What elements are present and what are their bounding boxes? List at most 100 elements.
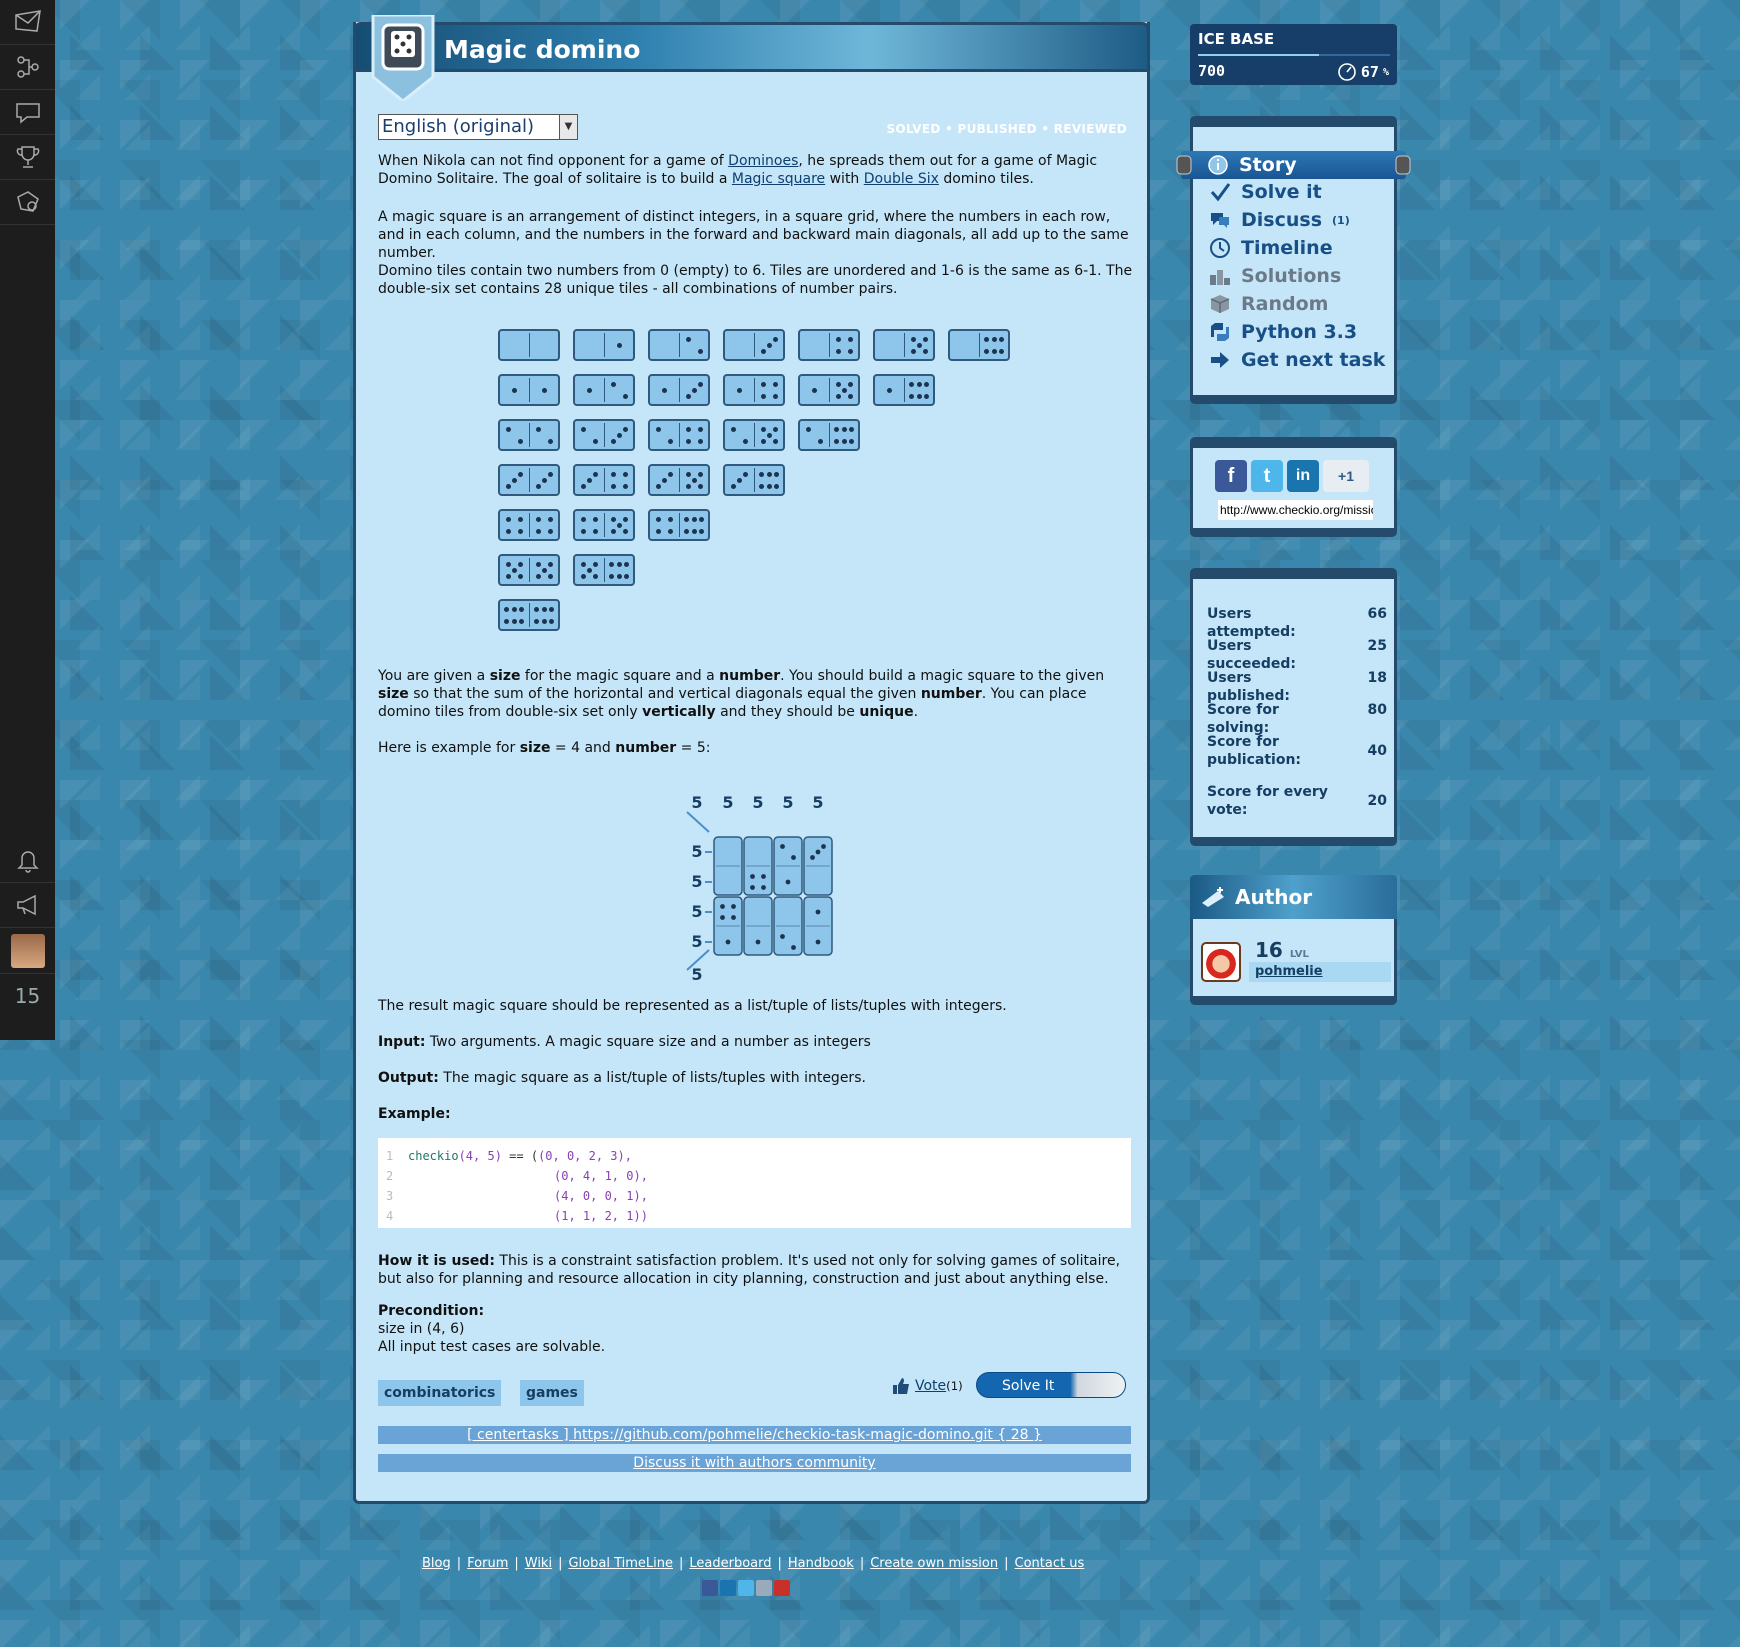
menu-item-python[interactable]: Python 3.3 [1209,321,1357,343]
footer-mail-icon[interactable] [774,1580,790,1596]
domino-pip [511,618,517,624]
domino-pip [811,387,817,393]
domino-tile [648,329,710,361]
footer-linkedin-icon[interactable] [720,1580,736,1596]
clock-icon [1210,238,1230,258]
footer-link-wiki[interactable]: Wiki [525,1556,552,1571]
domino-pip [772,381,778,387]
domino-pip [517,438,523,444]
domino-divider [604,378,605,402]
menu-item-story[interactable]: Story [1176,151,1411,179]
menu-item-timeline[interactable]: Timeline [1209,237,1333,259]
stat-score-solving: Score for solving: 80 [1207,702,1387,736]
magic-domino-pip [815,849,821,855]
footer-link-leaderboard[interactable]: Leaderboard [689,1556,771,1571]
magic-square-link[interactable]: Magic square [732,171,825,187]
sidebar-logo[interactable] [0,0,55,45]
footer-separator: | [456,1556,462,1571]
domino-pip [623,573,629,579]
ice-base-widget[interactable]: ICE BASE 700 67% [1190,24,1397,85]
twitter-icon[interactable]: t [1251,460,1283,492]
domino-tile [798,329,860,361]
linkedin-icon[interactable]: in [1287,460,1319,492]
sidebar-item-notifications[interactable] [0,838,55,883]
domino-pip [685,336,691,342]
domino-pip [610,471,616,477]
footer-link-global-timeline[interactable]: Global TimeLine [568,1556,673,1571]
page-title: Magic domino [444,35,641,64]
domino-pip [684,516,690,522]
magic-domino-pip [780,934,785,939]
domino-pip [697,426,703,432]
domino-pip [592,471,598,477]
discuss-community-link[interactable]: Discuss it with authors community [378,1454,1131,1472]
menu-item-solve-it[interactable]: Solve it [1209,181,1322,203]
domino-pip [691,516,697,522]
domino-pip [511,567,517,573]
user-avatar[interactable] [0,928,55,974]
menu-item-discuss[interactable]: Discuss (1) [1209,209,1350,231]
domino-pip [667,516,673,522]
vote-count: (1) [946,1379,963,1393]
tag-combinatorics[interactable]: combinatorics [378,1380,502,1406]
double-six-link[interactable]: Double Six [864,171,939,187]
mission-header: Magic domino [353,22,1150,72]
domino-pip [998,348,1004,354]
footer-google-icon[interactable] [756,1580,772,1596]
dominoes-link[interactable]: Dominoes [728,153,798,169]
domino-pip [742,471,748,477]
row-sum-label: 5 [691,932,702,951]
domino-pip [848,426,854,432]
vote-button[interactable]: Vote (1) [891,1376,963,1396]
domino-pip [616,432,622,438]
footer-facebook-icon[interactable] [702,1580,718,1596]
domino-pip [910,348,916,354]
chat-icon [1211,213,1229,228]
domino-divider [829,378,830,402]
language-select[interactable]: English (original) ▼ [378,114,578,140]
repo-link[interactable]: [ centertasks ] https://github.com/pohme… [378,1426,1131,1444]
author-card[interactable]: 16 LVL pohmelie [1195,938,1391,986]
menu-item-random[interactable]: Random [1209,293,1328,315]
domino-pip [610,438,616,444]
domino-pip [760,348,766,354]
user-level: 15 [14,984,41,1008]
ribbon-end-right-icon [1395,155,1411,175]
sidebar-item-map[interactable] [0,45,55,90]
footer-link-contact-us[interactable]: Contact us [1015,1556,1085,1571]
sidebar-item-announcements[interactable] [0,883,55,928]
domino-pip [622,516,628,522]
domino-pip [610,483,616,489]
tag-games[interactable]: games [520,1380,584,1406]
footer-link-create-own-mission[interactable]: Create own mission [870,1556,998,1571]
share-url-field[interactable]: http://www.checkio.org/mission/magic-dom… [1218,500,1373,520]
vote-link[interactable]: Vote [915,1378,946,1394]
sidebar-item-forum[interactable] [0,90,55,135]
author-name[interactable]: pohmelie [1249,962,1391,982]
footer-link-handbook[interactable]: Handbook [788,1556,854,1571]
ice-base-percent: 67% [1337,62,1389,82]
footer-link-blog[interactable]: Blog [422,1556,451,1571]
intro-text: with [825,171,864,187]
domino-pip [586,567,592,573]
menu-item-solutions[interactable]: Solutions [1209,265,1341,287]
sidebar-item-settings[interactable] [0,180,55,225]
domino-pip [541,618,547,624]
domino-divider [604,333,605,357]
domino-pip [685,393,691,399]
domino-pip [916,342,922,348]
solve-it-button[interactable]: Solve It [976,1372,1126,1398]
domino-divider [679,468,680,492]
menu-item-next-task[interactable]: Get next task [1209,349,1385,371]
sidebar-item-trophy[interactable] [0,135,55,180]
google-plus-icon[interactable]: +1 [1323,460,1369,492]
domino-pip [886,387,892,393]
footer-twitter-icon[interactable] [738,1580,754,1596]
facebook-icon[interactable]: f [1215,460,1247,492]
author-avatar[interactable] [1201,942,1241,982]
magic-domino-pip [761,885,766,890]
avatar-image [10,933,45,968]
footer-link-forum[interactable]: Forum [467,1556,508,1571]
status-flags: SOLVED • PUBLISHED • REVIEWED [886,122,1127,136]
domino-divider [754,378,755,402]
